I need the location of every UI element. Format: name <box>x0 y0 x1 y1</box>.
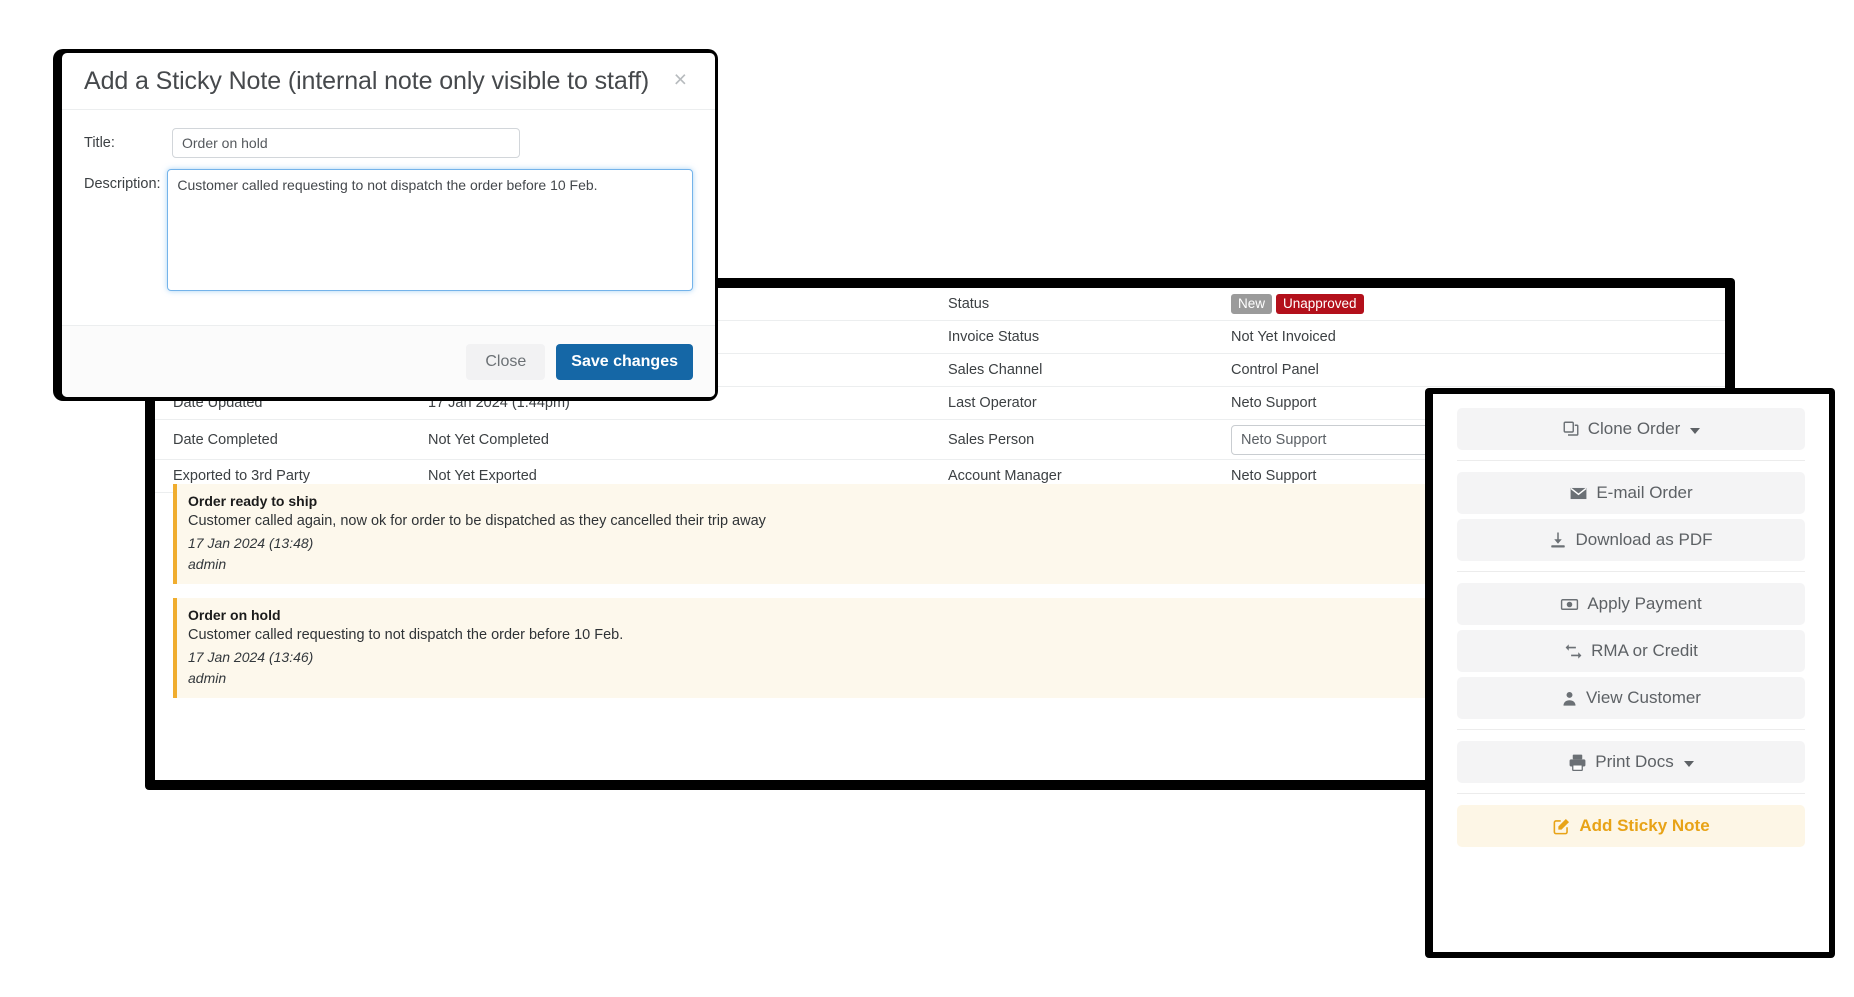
screenshot-stage: Status New Unapproved Invoice Status Not Yet… <box>0 0 1854 997</box>
detail-label-right: Last Operator <box>948 395 1037 411</box>
retweet-icon <box>1564 642 1583 661</box>
detail-label-right: Sales Channel <box>948 362 1043 378</box>
title-label: Title: <box>84 135 115 151</box>
sticky-note-author: admin <box>188 670 227 687</box>
sticky-note-title: Order on hold <box>188 607 281 624</box>
download-as-pdf-button[interactable]: Download as PDF <box>1457 519 1805 561</box>
action-group-divider <box>1457 460 1805 461</box>
user-icon <box>1561 690 1578 707</box>
action-group-divider <box>1457 729 1805 730</box>
sticky-note: Order on hold Customer called requesting … <box>173 598 1553 699</box>
e-mail-order-button[interactable]: E-mail Order <box>1457 472 1805 514</box>
print-docs-button[interactable]: Print Docs <box>1457 741 1805 783</box>
printer-icon <box>1568 753 1587 772</box>
detail-value-right: Not Yet Invoiced <box>1231 329 1336 345</box>
detail-value-right: Control Panel <box>1231 362 1319 378</box>
title-form-row: Title: <box>84 128 693 158</box>
action-button-label: Add Sticky Note <box>1579 816 1710 835</box>
action-button-label: RMA or Credit <box>1591 641 1698 660</box>
status-badge: Unapproved <box>1276 293 1364 315</box>
detail-label-left: Date Completed <box>173 431 278 448</box>
detail-spacer-cell <box>1703 321 1725 353</box>
note-description-textarea[interactable]: Customer called requesting to not dispat… <box>167 169 693 291</box>
sticky-note-date: 17 Jan 2024 (13:46) <box>188 649 314 666</box>
description-form-row: Description: Customer called requesting … <box>84 169 693 291</box>
modal-body: Title: Description: Customer called requ… <box>62 110 715 310</box>
action-group-divider <box>1457 571 1805 572</box>
modal-title: Add a Sticky Note (internal note only vi… <box>84 66 650 95</box>
modal-header: Add a Sticky Note (internal note only vi… <box>62 53 715 110</box>
envelope-icon <box>1569 484 1588 503</box>
add-sticky-note-button[interactable]: Add Sticky Note <box>1457 805 1805 847</box>
action-button-label: View Customer <box>1586 688 1701 707</box>
sticky-note-body: Customer called requesting to not dispat… <box>188 627 624 644</box>
close-icon[interactable]: × <box>668 67 693 92</box>
money-icon <box>1560 595 1579 614</box>
clone-icon <box>1562 420 1580 438</box>
note-title-input[interactable] <box>172 128 520 158</box>
download-icon <box>1549 531 1567 549</box>
modal-footer: Close Save changes <box>62 325 715 397</box>
status-badge: New <box>1231 293 1273 315</box>
sticky-note-date: 17 Jan 2024 (13:48) <box>188 535 314 552</box>
action-button-label: E-mail Order <box>1596 483 1693 502</box>
detail-value-right: New Unapproved <box>1223 288 1703 320</box>
rma-or-credit-button[interactable]: RMA or Credit <box>1457 630 1805 672</box>
action-button-label: Download as PDF <box>1575 530 1713 549</box>
view-customer-button[interactable]: View Customer <box>1457 677 1805 719</box>
detail-spacer-cell <box>1703 288 1725 320</box>
clone-order-button[interactable]: Clone Order <box>1457 408 1805 450</box>
description-label: Description: <box>84 176 161 192</box>
detail-label-right: Status <box>948 296 990 312</box>
chevron-down-icon <box>1683 761 1694 767</box>
action-button-label: Apply Payment <box>1587 594 1702 613</box>
detail-value-left: Not Yet Completed <box>428 431 549 448</box>
chevron-down-icon <box>1690 428 1701 434</box>
detail-label-right: Sales Person <box>948 431 1035 448</box>
order-actions-panel: Clone Order E-mail Order Download as PDF Ap… <box>1433 394 1829 952</box>
detail-spacer-cell <box>1703 354 1725 386</box>
close-button[interactable]: Close <box>466 343 546 380</box>
edit-note-icon <box>1552 817 1571 836</box>
sticky-note-author: admin <box>188 556 227 573</box>
sticky-note: Order ready to ship Customer called again… <box>173 484 1553 585</box>
save-changes-button[interactable]: Save changes <box>556 343 693 380</box>
sticky-note-title: Order ready to ship <box>188 493 318 509</box>
action-button-label: Print Docs <box>1595 752 1674 771</box>
detail-label-right: Invoice Status <box>948 329 1040 345</box>
action-group-divider <box>1457 793 1805 794</box>
sticky-note-body: Customer called again, now ok for order … <box>188 513 766 530</box>
action-button-label: Clone Order <box>1587 419 1681 438</box>
add-sticky-note-modal: Add a Sticky Note (internal note only vi… <box>62 53 715 397</box>
apply-payment-button[interactable]: Apply Payment <box>1457 583 1805 625</box>
